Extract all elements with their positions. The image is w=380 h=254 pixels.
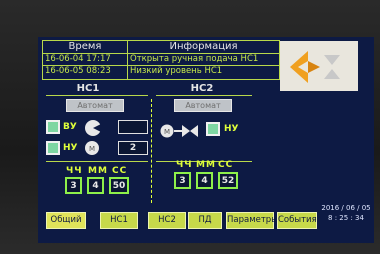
- hc2-seconds-value: 52: [218, 172, 238, 189]
- tab-pd[interactable]: ПД: [188, 212, 222, 229]
- hc1-top-indicator: [118, 120, 148, 134]
- tab-hc1[interactable]: НС1: [100, 212, 138, 229]
- log-header-time: Время: [68, 41, 102, 52]
- valve-icon: М: [84, 140, 100, 156]
- log-row-2-info[interactable]: Низкий уровень НС1: [130, 66, 278, 77]
- hc2-minutes-value: 4: [196, 172, 213, 189]
- hc1-hours-value: 3: [65, 177, 82, 194]
- tab-parameters[interactable]: Параметры: [226, 212, 278, 229]
- svg-text:М: М: [89, 145, 95, 153]
- section-divider: [151, 99, 152, 203]
- hc2-auto-button[interactable]: Автомат: [174, 99, 232, 112]
- current-date: 2016 / 06 / 05: [321, 204, 371, 212]
- hc1-minutes-value: 4: [87, 177, 104, 194]
- hc2-seconds-label: СС: [218, 160, 234, 170]
- hc2-lower-level-lamp: [206, 122, 220, 136]
- hc1-seconds-value: 50: [109, 177, 129, 194]
- hc2-hours-label: ЧЧ: [176, 160, 193, 170]
- hc1-setpoint-field[interactable]: 2: [118, 141, 148, 155]
- hc2-title: НС2: [190, 83, 214, 94]
- hc2-lower-level-label: НУ: [224, 124, 239, 134]
- current-time: 8 : 25 : 34: [328, 214, 364, 222]
- hc1-lower-level-label: НУ: [63, 143, 78, 153]
- hc1-title: НС1: [76, 83, 100, 94]
- pump-icon: [84, 119, 102, 137]
- hmi-screen: Время Информация 16-06-04 17:17 Открыта …: [38, 37, 374, 243]
- log-header-info: Информация: [169, 41, 238, 52]
- tab-events[interactable]: События: [277, 212, 317, 229]
- svg-text:М: М: [164, 128, 170, 136]
- log-row-2-time[interactable]: 16-06-05 08:23: [45, 66, 127, 77]
- hc1-hours-label: ЧЧ: [66, 166, 83, 176]
- hc1-lower-level-lamp: [46, 141, 60, 155]
- hc2-minutes-label: ММ: [196, 160, 216, 170]
- log-row-1-time[interactable]: 16-06-04 17:17: [45, 54, 127, 65]
- event-log: Время Информация 16-06-04 17:17 Открыта …: [42, 40, 280, 80]
- hc2-hours-value: 3: [174, 172, 191, 189]
- hc2-valve-icon: М: [160, 123, 200, 139]
- log-row-1-info[interactable]: Открыта ручная подача НС1: [130, 54, 278, 65]
- tab-general[interactable]: Общий: [46, 212, 86, 229]
- hc1-upper-level-label: ВУ: [63, 122, 77, 132]
- company-logo: [280, 41, 358, 91]
- hc1-upper-level-lamp: [46, 120, 60, 134]
- hc1-auto-button[interactable]: Автомат: [66, 99, 124, 112]
- hc1-minutes-label: ММ: [88, 166, 108, 176]
- tab-hc2[interactable]: НС2: [148, 212, 186, 229]
- hc1-seconds-label: СС: [112, 166, 128, 176]
